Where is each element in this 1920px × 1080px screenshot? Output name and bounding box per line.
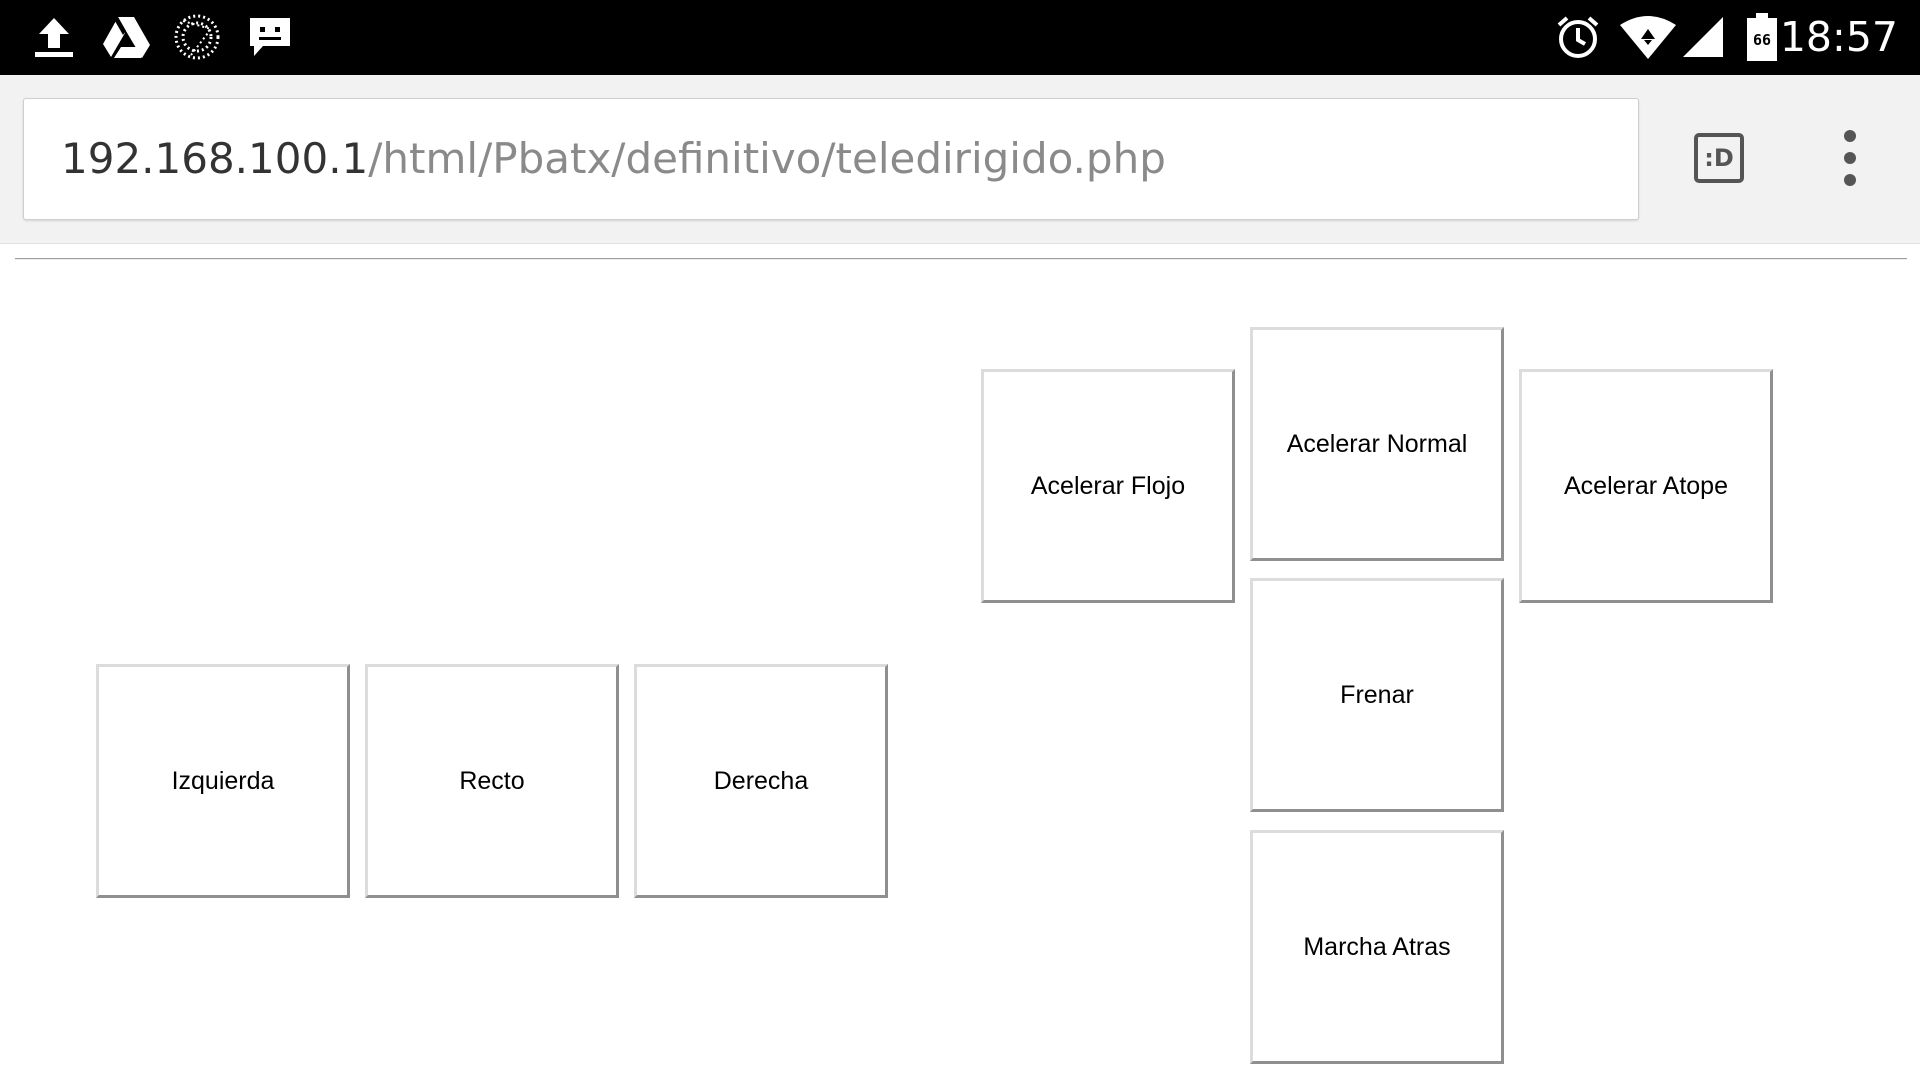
- overflow-menu-button[interactable]: [1836, 130, 1864, 186]
- menu-dot: [1844, 174, 1856, 186]
- battery-icon: 66: [1745, 12, 1779, 62]
- alarm-icon: [1554, 12, 1602, 62]
- wifi-icon: [1620, 12, 1676, 62]
- upload-icon: [30, 12, 78, 62]
- menu-dot: [1844, 152, 1856, 164]
- dotted-circle-icon: [171, 12, 223, 62]
- derecha-button[interactable]: Derecha: [634, 664, 888, 898]
- frenar-button[interactable]: Frenar: [1250, 578, 1504, 812]
- clock: 18:57: [1779, 13, 1898, 61]
- acelerar-flojo-button[interactable]: Acelerar Flojo: [981, 369, 1235, 603]
- url-bar[interactable]: 192.168.100.1/html/Pbatx/definitivo/tele…: [23, 98, 1639, 220]
- url-text: 192.168.100.1/html/Pbatx/definitivo/tele…: [61, 99, 1166, 219]
- url-path: /html/Pbatx/definitivo/teledirigido.php: [368, 134, 1166, 183]
- menu-dot: [1844, 130, 1856, 142]
- izquierda-button[interactable]: Izquierda: [96, 664, 350, 898]
- message-icon: [246, 12, 294, 62]
- drive-icon: [101, 12, 151, 62]
- acelerar-atope-button[interactable]: Acelerar Atope: [1519, 369, 1773, 603]
- browser-toolbar: 192.168.100.1/html/Pbatx/definitivo/tele…: [0, 75, 1920, 244]
- battery-level-text: 66: [1752, 30, 1772, 49]
- acelerar-normal-button[interactable]: Acelerar Normal: [1250, 327, 1504, 561]
- recto-button[interactable]: Recto: [365, 664, 619, 898]
- tab-switcher-button[interactable]: :D: [1694, 133, 1744, 183]
- marcha-atras-button[interactable]: Marcha Atras: [1250, 830, 1504, 1064]
- horizontal-rule: [15, 258, 1907, 260]
- url-host: 192.168.100.1: [61, 134, 369, 183]
- signal-icon: [1680, 12, 1726, 62]
- status-bar: 66 18:57: [0, 0, 1920, 75]
